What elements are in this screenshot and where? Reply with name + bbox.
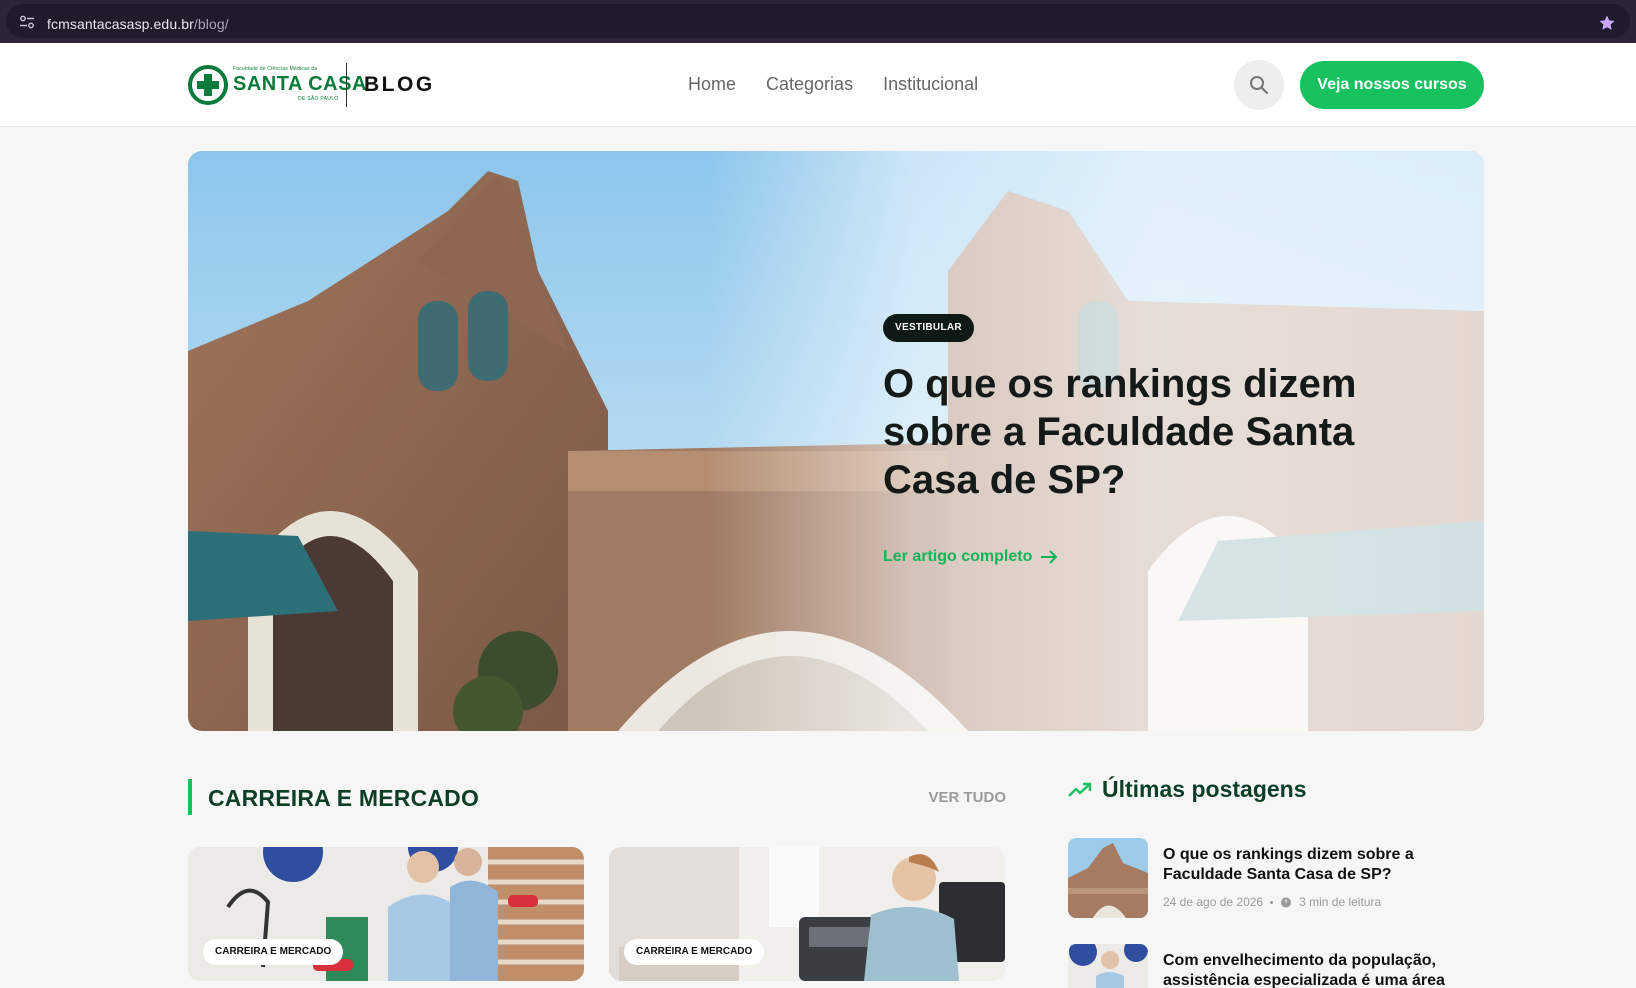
url-field[interactable]: fcmsantacasasp.edu.br/blog/	[6, 4, 1630, 38]
santa-casa-cross-icon	[188, 65, 228, 105]
post-thumbnail[interactable]	[1068, 944, 1148, 988]
read-full-article-label: Ler artigo completo	[883, 548, 1033, 565]
career-section-title: CARREIRA E MERCADO	[208, 785, 480, 811]
arrow-right-icon	[1041, 550, 1058, 564]
latest-posts-title: Últimas postagens	[1102, 776, 1307, 802]
post-title[interactable]: Com envelhecimento da população, assistê…	[1163, 951, 1481, 988]
trending-up-icon	[1068, 782, 1092, 797]
hero-title[interactable]: O que os rankings dizem sobre a Faculdad…	[883, 360, 1403, 504]
post-date: 24 de ago de 2026	[1163, 895, 1264, 909]
clock-icon	[1281, 897, 1292, 908]
logo-sub-line: DE SÃO PAULO	[298, 96, 339, 102]
search-icon	[1250, 76, 1269, 95]
card-category-tag[interactable]: CARREIRA E MERCADO	[203, 939, 344, 965]
url-path: /blog/	[193, 16, 229, 32]
meta-separator	[1270, 900, 1274, 904]
career-card[interactable]: CARREIRA E MERCADO	[609, 847, 1005, 981]
career-section-header: CARREIRA E MERCADO VER TUDO	[188, 779, 1006, 815]
post-thumbnail[interactable]	[1068, 838, 1148, 918]
latest-post-item[interactable]: Com envelhecimento da população, assistê…	[1068, 944, 1488, 988]
bookmark-star-icon[interactable]	[1598, 14, 1616, 32]
post-read-time: 3 min de leitura	[1299, 895, 1382, 909]
site-header: Faculdade de Ciências Médicas da SANTA C…	[0, 43, 1636, 127]
career-card[interactable]: CARREIRA E MERCADO	[188, 847, 584, 981]
url-domain: fcmsantacasasp.edu.br	[47, 16, 194, 32]
nav-categorias[interactable]: Categorias	[766, 74, 853, 95]
browser-address-bar: fcmsantacasasp.edu.br/blog/	[0, 0, 1636, 43]
logo-divider	[346, 63, 347, 107]
nav-institucional[interactable]: Institucional	[883, 74, 978, 95]
hero-featured-post[interactable]: VESTIBULAR O que os rankings dizem sobre…	[188, 151, 1484, 731]
latest-posts-header: Últimas postagens	[1068, 776, 1307, 803]
main-nav: Home Categorias Institucional	[688, 74, 978, 95]
site-logo[interactable]: Faculdade de Ciências Médicas da SANTA C…	[188, 63, 432, 107]
blog-label: BLOG	[364, 73, 435, 96]
search-button[interactable]	[1234, 60, 1284, 110]
post-title[interactable]: O que os rankings dizem sobre a Faculdad…	[1163, 845, 1481, 885]
logo-top-line: Faculdade de Ciências Médicas da	[233, 66, 318, 72]
read-full-article-link[interactable]: Ler artigo completo	[883, 548, 1058, 566]
nav-home[interactable]: Home	[688, 74, 736, 95]
url-text: fcmsantacasasp.edu.br/blog/	[47, 16, 229, 32]
latest-post-item[interactable]: O que os rankings dizem sobre a Faculdad…	[1068, 838, 1488, 920]
hero-category-tag[interactable]: VESTIBULAR	[883, 314, 974, 342]
site-settings-icon[interactable]	[19, 14, 35, 30]
card-category-tag[interactable]: CARREIRA E MERCADO	[624, 939, 765, 965]
hero-content: VESTIBULAR O que os rankings dizem sobre…	[883, 314, 1403, 566]
see-courses-button[interactable]: Veja nossos cursos	[1300, 61, 1484, 109]
see-all-link[interactable]: VER TUDO	[928, 789, 1006, 806]
post-meta: 24 de ago de 2026 3 min de leitura	[1163, 895, 1381, 909]
section-accent-bar	[188, 779, 192, 815]
